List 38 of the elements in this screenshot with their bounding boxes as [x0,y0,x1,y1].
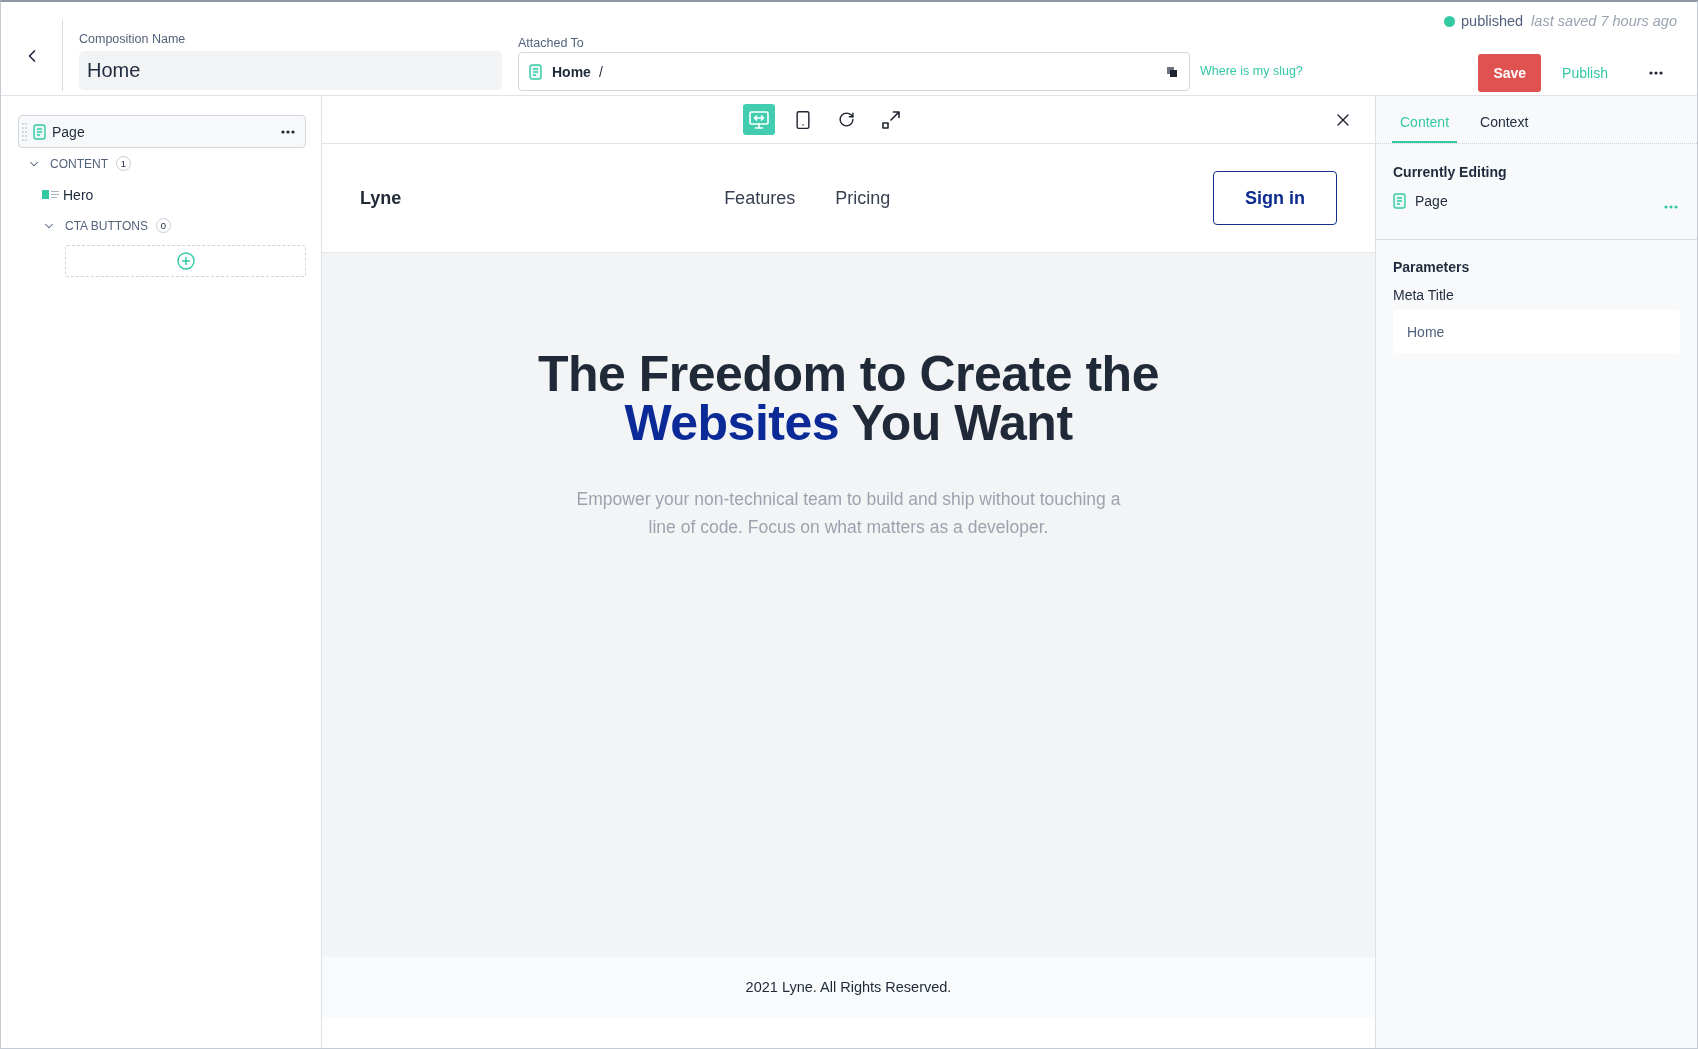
nav-link[interactable]: Pricing [835,187,891,209]
site-logo[interactable]: Lyne [360,187,402,209]
slot-label[interactable]: CTA BUTTONS [65,218,148,233]
field-label: Composition Name [79,32,186,46]
hero-subtitle: Empower your non-technical team to build and ship without touching a line of code. Focus on what matters as a developer. [575,488,1122,539]
attached-page-field[interactable]: Home / [518,52,1190,91]
status-dot-icon [1444,15,1455,27]
nav-link[interactable]: Features [724,187,796,209]
document-icon [33,123,46,140]
sign-in-button[interactable]: Sign in [1213,171,1337,225]
plus-circle-icon [176,252,195,270]
expand-icon [881,110,900,129]
slot-label[interactable]: CONTENT [50,156,108,171]
footer-text: 2021 Lyne. All Rights Reserved. [745,979,952,995]
refresh-icon [838,111,855,128]
component-icon [42,190,59,199]
more-icon [1649,71,1663,75]
panel-tab[interactable]: Context [1472,96,1537,143]
field-label: Attached To [518,36,584,50]
drag-handle-icon[interactable] [22,122,27,141]
more-icon[interactable] [281,129,295,134]
field-label: Meta Title [1393,287,1455,303]
hero-heading: The Freedom to Create the Websites You Want [537,350,1160,448]
last-saved-text: last saved 7 hours ago [1531,12,1677,30]
section-heading: Currently Editing [1393,164,1508,180]
tree-item[interactable]: Hero [42,179,94,210]
save-button[interactable]: Save [1478,54,1542,92]
monitor-icon [748,110,769,129]
document-icon [1393,193,1406,209]
section-heading: Parameters [1393,259,1471,275]
copy-icon[interactable] [1167,66,1177,77]
document-icon [529,63,542,80]
status-text: published [1461,12,1524,30]
meta-title-field[interactable]: Home [1393,310,1680,353]
more-icon [1664,205,1678,209]
tree-item[interactable]: Page [18,115,306,148]
editing-item: Page [1415,193,1448,209]
composition-name-field[interactable]: Home [79,51,502,90]
